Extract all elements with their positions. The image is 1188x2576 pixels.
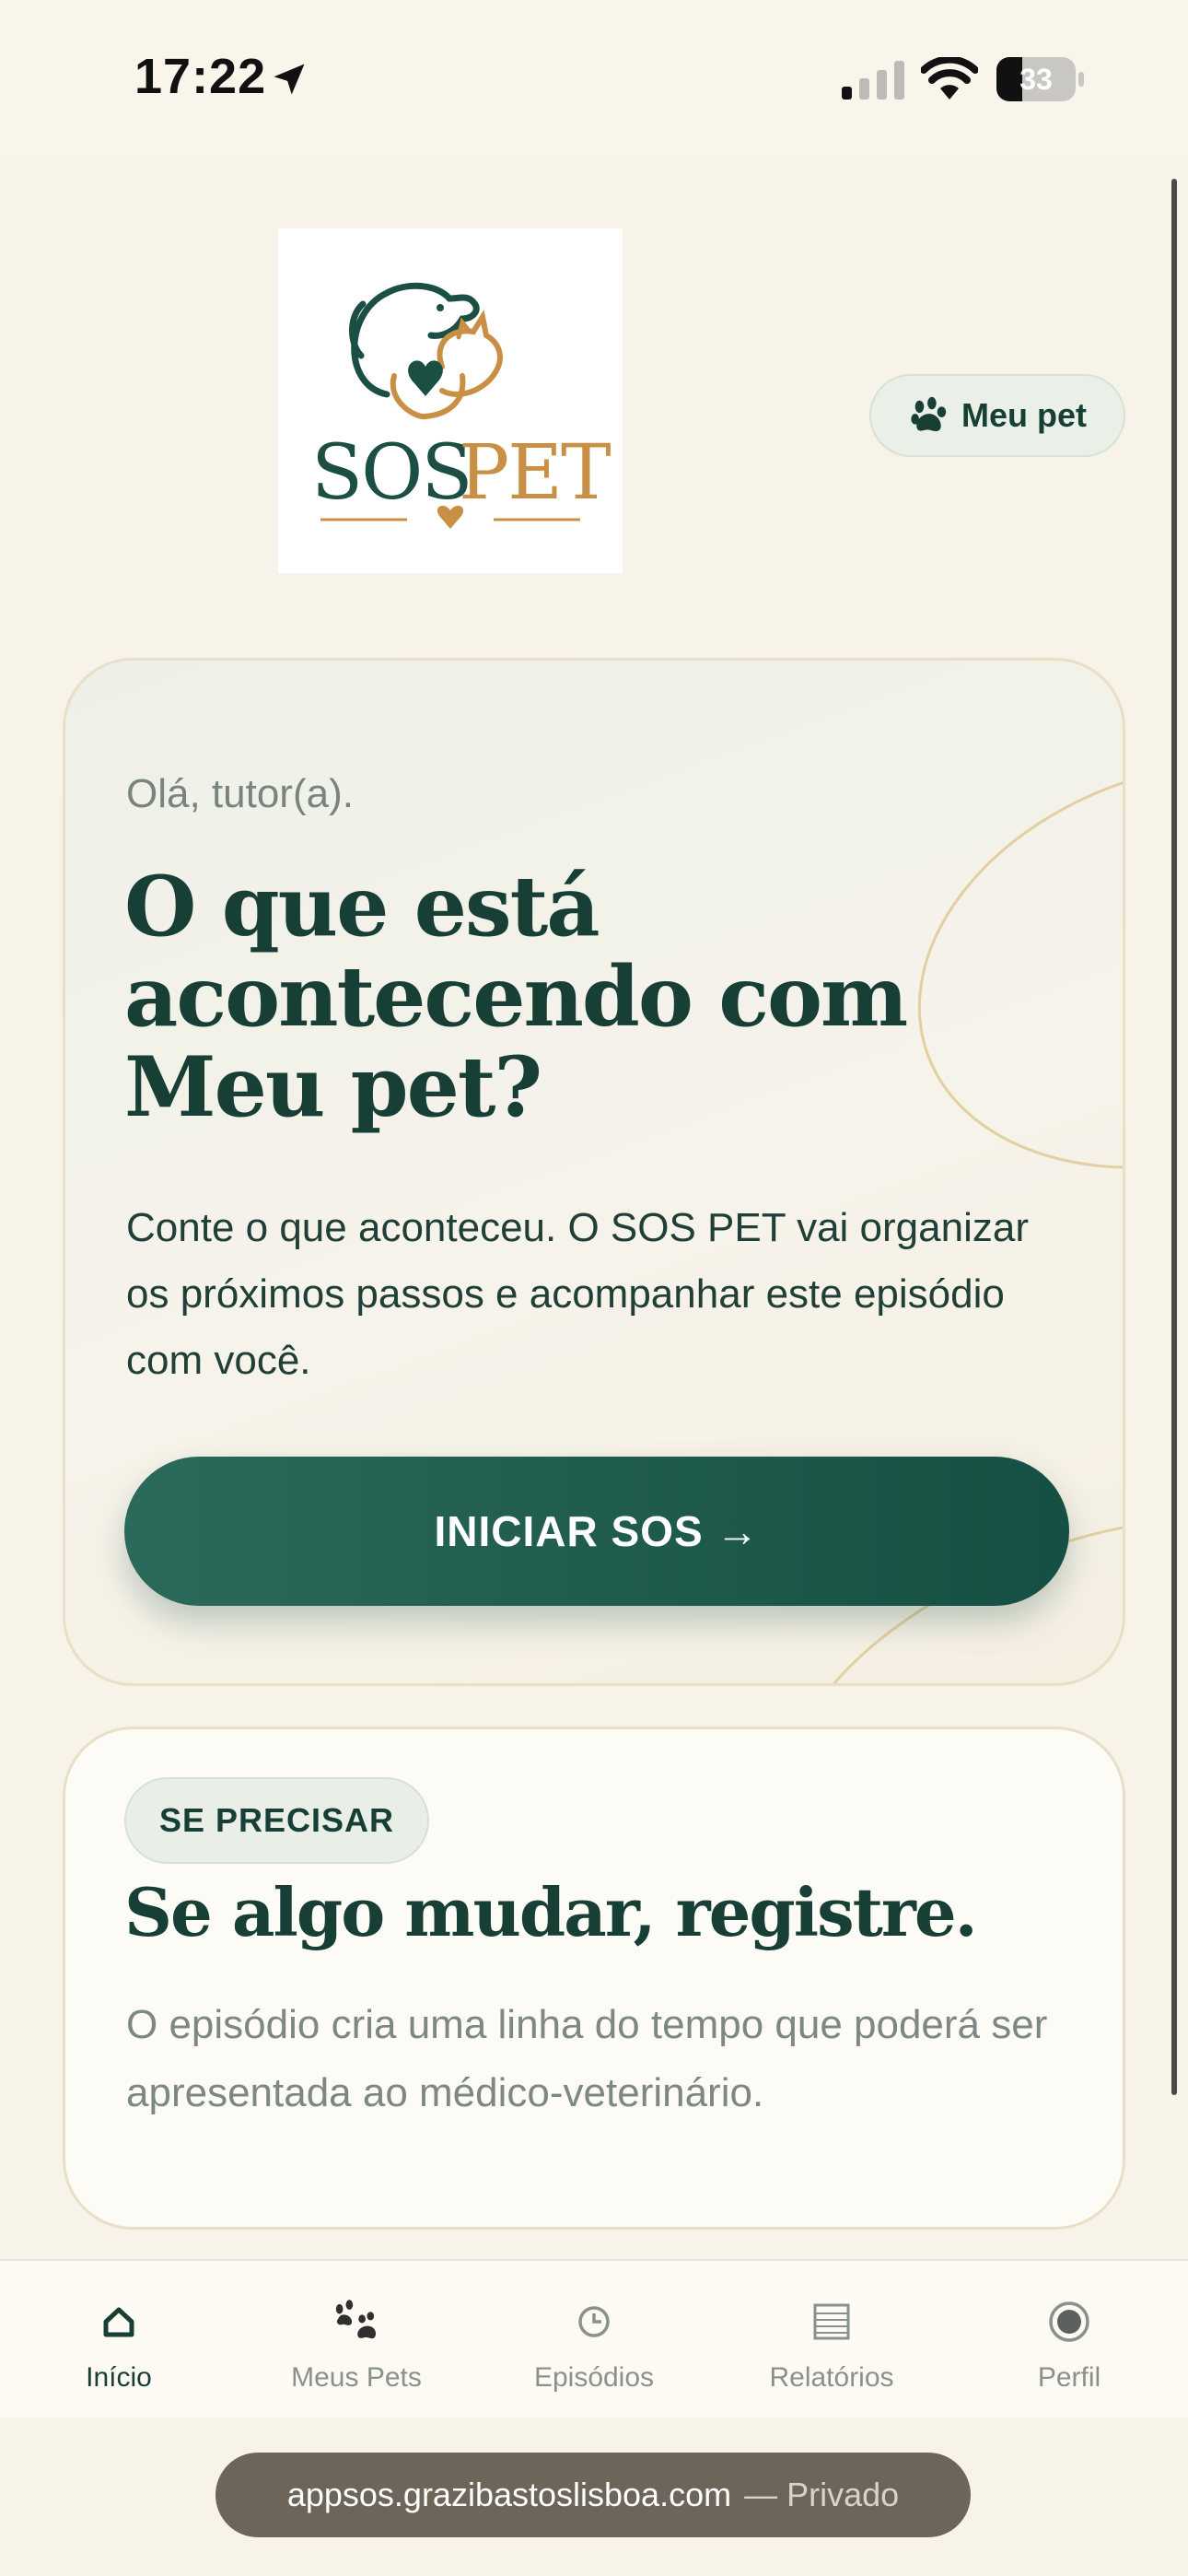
section-badge: SE PRECISAR [124,1777,430,1864]
info-card: SE PRECISAR Se algo mudar, registre. O e… [63,1727,1125,2230]
wifi-icon [921,57,978,100]
url-host: appsos.grazibastoslisboa.com [286,2476,732,2513]
logo-text-sos: SOS [311,429,473,517]
nav-label-relatorios: Relatórios [769,2362,894,2393]
info-description: O episódio cria uma linha do tempo que p… [126,2002,1048,2115]
badge-label: SE PRECISAR [159,1801,395,1839]
nav-label-episodios: Episódios [533,2362,655,2393]
nav-item-meus-pets[interactable]: Meus Pets [238,2261,475,2418]
bottom-nav: Início Meus Pets Episódios Relatórios Pe… [0,2259,1188,2418]
meu-pet-button[interactable]: Meu pet [869,374,1125,457]
battery-level: 33 [1019,63,1053,96]
logo-text-pet: PET [459,429,611,517]
nav-item-perfil[interactable]: Perfil [950,2261,1188,2418]
app-logo: SOS PET [278,228,623,573]
nav-label-inicio: Início [86,2362,152,2393]
cellular-signal-icon [842,61,904,100]
private-mode-label: — Privado [744,2476,900,2513]
location-arrow-icon [274,64,305,95]
paw-icon [911,396,947,432]
status-bar: 17:22 33 [0,0,1188,157]
greeting-text: Olá, tutor(a). [126,771,354,816]
clock-icon [570,2298,618,2346]
battery-icon: 33 [996,57,1085,101]
scrollbar[interactable] [1171,179,1177,2095]
paw-icon [332,2298,380,2346]
hero-card: Olá, tutor(a). O que está acontecendo co… [63,658,1125,1686]
meu-pet-label: Meu pet [961,396,1087,434]
nav-label-perfil: Perfil [1037,2362,1101,2393]
browser-url-bar[interactable]: appsos.grazibastoslisboa.com — Privado [215,2453,971,2537]
dog-cat-heart-logo-icon [320,282,580,529]
info-title: Se algo mudar, registre. [124,1873,978,1951]
report-icon [808,2298,856,2346]
start-sos-label: INICIAR SOS → [434,1507,760,1555]
home-icon [95,2298,143,2346]
nav-item-relatorios[interactable]: Relatórios [713,2261,950,2418]
nav-item-episodios[interactable]: Episódios [475,2261,713,2418]
hero-title: O que está acontecendo com Meu pet? [124,858,908,1136]
nav-label-meus-pets: Meus Pets [291,2362,422,2393]
status-time: 17:22 [134,49,267,104]
start-sos-button[interactable]: INICIAR SOS → [124,1457,1069,1606]
nav-item-inicio[interactable]: Início [0,2261,238,2418]
hero-description: Conte o que aconteceu. O SOS PET vai org… [126,1205,1029,1383]
profile-icon [1045,2298,1093,2346]
